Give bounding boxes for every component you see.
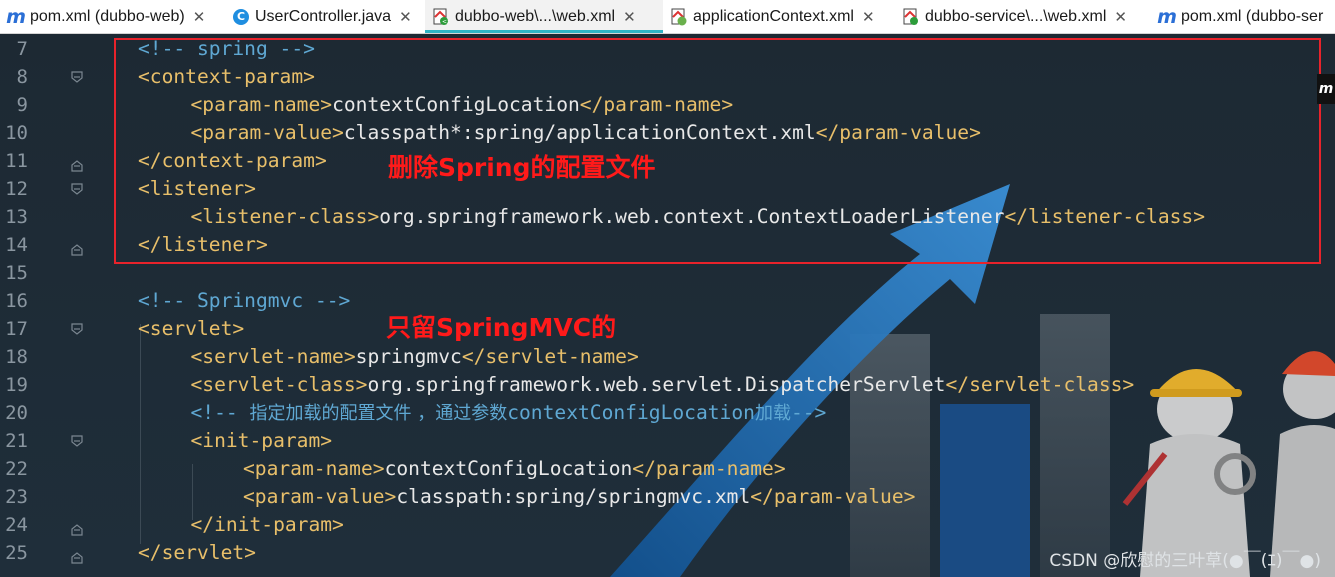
code-line[interactable]: <!-- 指定加载的配置文件 ，通过参数contextConfigLocatio… bbox=[191, 399, 827, 427]
maven-side-tab[interactable]: m bbox=[1317, 74, 1335, 104]
highlight-box bbox=[114, 38, 1321, 264]
xml-comment: 加载 bbox=[754, 403, 791, 424]
tab-label: dubbo-service\...\web.xml bbox=[925, 7, 1107, 25]
xml-text: org.springframework.web.servlet.Dispatch… bbox=[367, 373, 946, 396]
watermark: CSDN @欣慰的三叶草(●￣(ｴ)￣●) bbox=[1049, 551, 1321, 571]
tab-pom-dubbo-web[interactable]: m pom.xml (dubbo-web) ✕ bbox=[0, 0, 225, 33]
fold-open-icon bbox=[71, 323, 83, 335]
fold-close-icon bbox=[71, 552, 83, 564]
xml-tag: <param-value> bbox=[243, 485, 397, 508]
code-line[interactable]: </servlet> bbox=[138, 539, 256, 567]
code-line[interactable]: <init-param> bbox=[191, 427, 333, 455]
xml-tag: </param-name> bbox=[632, 457, 786, 480]
xml-tag: <init-param> bbox=[190, 429, 333, 452]
xml-text: springmvc bbox=[355, 345, 462, 368]
xml-comment: <!-- Springmvc --> bbox=[138, 289, 351, 312]
code-line[interactable]: <param-value>classpath:spring/springmvc.… bbox=[243, 483, 915, 511]
xml-tag: <param-name> bbox=[243, 457, 385, 480]
fold-close-icon bbox=[71, 160, 83, 172]
xml-tag: </init-param> bbox=[190, 513, 344, 536]
xml-comment: contextConfigLocation bbox=[507, 401, 755, 424]
keep-annotation: 只留SpringMVC的 bbox=[386, 313, 617, 342]
java-class-icon: C bbox=[231, 7, 251, 27]
fold-close-icon bbox=[71, 524, 83, 536]
close-icon[interactable]: ✕ bbox=[1114, 8, 1127, 26]
tab-pom-dubbo-service[interactable]: m pom.xml (dubbo-ser bbox=[1151, 0, 1335, 33]
spring-xml-icon bbox=[669, 7, 689, 27]
tab-application-context[interactable]: applicationContext.xml ✕ bbox=[663, 0, 895, 33]
tab-user-controller[interactable]: C UserController.java ✕ bbox=[225, 0, 425, 33]
code-line[interactable]: <!-- Springmvc --> bbox=[138, 287, 350, 315]
close-icon[interactable]: ✕ bbox=[623, 8, 636, 26]
tab-dubbo-service-webxml[interactable]: dubbo-service\...\web.xml ✕ bbox=[895, 0, 1151, 33]
code-line[interactable]: <servlet> bbox=[138, 315, 244, 343]
code-line[interactable]: <servlet-name>springmvc</servlet-name> bbox=[191, 343, 639, 371]
web-xml-icon: <> bbox=[431, 7, 451, 27]
xml-tag: </servlet-class> bbox=[945, 373, 1135, 396]
fold-close-icon bbox=[71, 244, 83, 256]
tab-label: dubbo-web\...\web.xml bbox=[455, 7, 616, 25]
svg-text:<>: <> bbox=[442, 18, 450, 25]
delete-annotation: 删除Spring的配置文件 bbox=[388, 153, 656, 182]
close-icon[interactable]: ✕ bbox=[862, 8, 875, 26]
tab-dubbo-web-webxml[interactable]: <> dubbo-web\...\web.xml ✕ bbox=[425, 0, 663, 33]
xml-comment: <!-- bbox=[190, 401, 250, 424]
tab-label: UserController.java bbox=[255, 7, 392, 25]
xml-tag: </param-value> bbox=[750, 485, 916, 508]
xml-tag: </servlet> bbox=[138, 541, 256, 564]
ide-window: m pom.xml (dubbo-web) ✕ C UserController… bbox=[0, 0, 1335, 577]
xml-tag: <servlet-name> bbox=[190, 345, 356, 368]
xml-comment: --> bbox=[790, 401, 827, 424]
maven-icon: m bbox=[1157, 5, 1177, 28]
editor-tab-bar: m pom.xml (dubbo-web) ✕ C UserController… bbox=[0, 0, 1335, 34]
code-editor[interactable]: 7 8 9 10 11 12 13 14 15 16 17 18 19 20 21 22 23 24 25 <!--… bbox=[0, 34, 1335, 577]
code-line[interactable]: <param-name>contextConfigLocation</param… bbox=[243, 455, 786, 483]
xml-text: contextConfigLocation bbox=[384, 457, 633, 480]
close-icon[interactable]: ✕ bbox=[193, 8, 206, 26]
xml-comment: 指定加载的配置文件 ，通过参数 bbox=[249, 403, 508, 424]
web-xml-icon bbox=[901, 7, 921, 27]
fold-open-icon bbox=[71, 71, 83, 83]
tab-label: applicationContext.xml bbox=[693, 7, 854, 25]
xml-tag: </servlet-name> bbox=[461, 345, 639, 368]
xml-text: classpath:spring/springmvc.xml bbox=[396, 485, 751, 508]
code-line[interactable]: </init-param> bbox=[191, 511, 344, 539]
tab-label: pom.xml (dubbo-ser bbox=[1181, 7, 1324, 25]
code-line[interactable]: <servlet-class>org.springframework.web.s… bbox=[191, 371, 1135, 399]
xml-tag: <servlet-class> bbox=[190, 373, 368, 396]
fold-open-icon bbox=[71, 435, 83, 447]
maven-icon: m bbox=[6, 5, 26, 28]
tab-label: pom.xml (dubbo-web) bbox=[30, 7, 185, 25]
xml-tag: <servlet> bbox=[138, 317, 245, 340]
close-icon[interactable]: ✕ bbox=[399, 8, 412, 26]
indent-guide bbox=[140, 324, 141, 544]
fold-open-icon bbox=[71, 183, 83, 195]
fold-markers bbox=[71, 71, 83, 564]
